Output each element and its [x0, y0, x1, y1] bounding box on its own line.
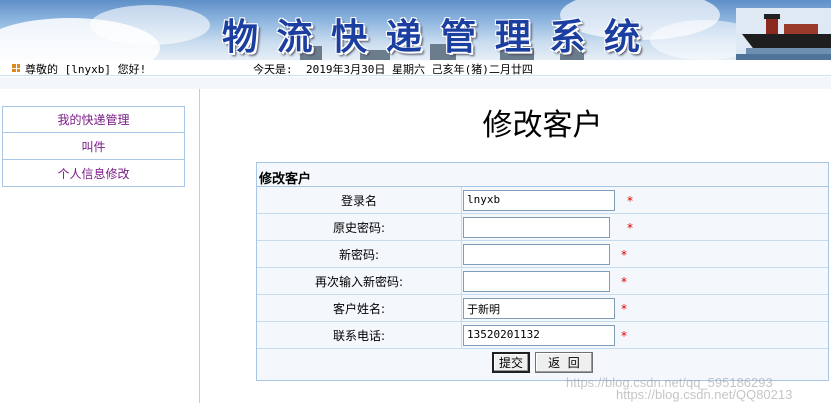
form-row-customer-name: 客户姓名: 于新明 * [257, 295, 828, 322]
form-title: 修改客户 [257, 163, 828, 187]
back-button[interactable]: 返 回 [535, 352, 593, 373]
required-mark: * [621, 302, 627, 316]
bullet-icon [12, 64, 20, 72]
edit-customer-form: 修改客户 登录名 lnyxb * 原史密码: * 新密码: * 再次输入新密码:… [256, 162, 829, 381]
sidebar-item-my-express[interactable]: 我的快递管理 [2, 106, 185, 133]
page-title: 修改客户 [482, 108, 603, 143]
required-mark: * [621, 275, 627, 289]
required-mark: * [627, 221, 633, 235]
site-title-char: 快 [331, 16, 370, 58]
cloud-decoration [90, 5, 210, 45]
confirm-password-input[interactable] [463, 271, 610, 292]
site-title-char: 物 [222, 16, 261, 58]
site-title-char: 流 [276, 16, 315, 58]
site-title-char: 系 [549, 16, 588, 58]
field-label: 客户姓名: [257, 295, 462, 321]
form-actions: 提交 返 回 [257, 349, 828, 376]
site-title-char: 管 [440, 16, 479, 58]
watermark-text: https://blog.csdn.net/QQ80213 [616, 387, 793, 402]
form-row-login-name: 登录名 lnyxb * [257, 187, 828, 214]
old-password-input[interactable] [463, 217, 610, 238]
field-label: 登录名 [257, 187, 462, 213]
sidebar-item-edit-profile[interactable]: 个人信息修改 [2, 160, 185, 187]
sidebar-menu: 我的快递管理 叫件 个人信息修改 [2, 106, 185, 187]
form-row-new-password: 新密码: * [257, 241, 828, 268]
customer-name-input[interactable]: 于新明 [463, 298, 615, 319]
required-mark: * [621, 248, 627, 262]
sidebar-item-call-pickup[interactable]: 叫件 [2, 133, 185, 160]
site-title-char: 理 [494, 16, 533, 58]
form-row-confirm-password: 再次输入新密码: * [257, 268, 828, 295]
ship-icon [736, 8, 831, 60]
field-label: 再次输入新密码: [257, 268, 462, 294]
date-value: 2019年3月30日 星期六 己亥年(猪)二月廿四 [306, 63, 533, 76]
date-label: 今天是: [253, 63, 293, 76]
site-title-char: 递 [385, 16, 424, 58]
greeting-text: 尊敬的 [lnyxb] 您好! [25, 63, 147, 76]
submit-button[interactable]: 提交 [492, 352, 530, 373]
field-label: 新密码: [257, 241, 462, 267]
field-label: 原史密码: [257, 214, 462, 240]
sidebar-divider [199, 89, 200, 403]
form-row-old-password: 原史密码: * [257, 214, 828, 241]
field-label: 联系电话: [257, 322, 462, 348]
info-bar: 尊敬的 [lnyxb] 您好! 今天是: 2019年3月30日 星期六 己亥年(… [0, 60, 831, 76]
header-banner: 物 流 快 递 管 理 系 统 [0, 0, 831, 60]
header-spacer [0, 77, 831, 89]
site-title-char: 统 [603, 16, 642, 58]
required-mark: * [627, 194, 633, 208]
required-mark: * [621, 329, 627, 343]
login-name-input[interactable]: lnyxb [463, 190, 615, 211]
form-row-phone: 联系电话: 13520201132 * [257, 322, 828, 349]
new-password-input[interactable] [463, 244, 610, 265]
phone-input[interactable]: 13520201132 [463, 325, 615, 346]
site-title: 物 流 快 递 管 理 系 统 [222, 12, 642, 58]
